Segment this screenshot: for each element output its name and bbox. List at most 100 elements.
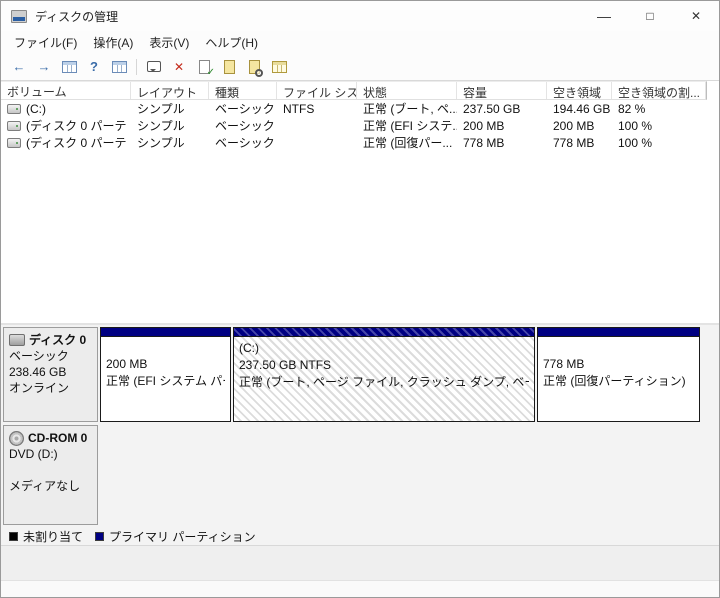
help-icon[interactable]: ? bbox=[84, 57, 104, 77]
legend-bar: 未割り当て プライマリ パーティション bbox=[1, 527, 719, 545]
unallocated-color-swatch bbox=[9, 531, 18, 541]
free-percent-cell: 100 % bbox=[618, 135, 653, 150]
table-row-volume-c[interactable]: (C:) シンプル ベーシック NTFS 正常 (ブート, ペ... 237.5… bbox=[1, 100, 719, 117]
cdrom-drive-letter: DVD (D:) bbox=[9, 447, 58, 461]
free-space-cell: 200 MB bbox=[553, 118, 595, 133]
volume-cell: (ディスク 0 パーティシ... bbox=[1, 117, 131, 134]
volume-cell: (ディスク 0 パーティシ... bbox=[1, 134, 131, 151]
partition-color-bar bbox=[101, 328, 230, 337]
close-button[interactable]: ✕ bbox=[673, 1, 719, 31]
partition-size: 778 MB bbox=[543, 357, 585, 371]
column-header-volume[interactable]: ボリューム bbox=[1, 82, 131, 99]
menu-action[interactable]: 操作(A) bbox=[85, 32, 141, 53]
disk-name: ディスク 0 bbox=[29, 333, 87, 347]
forward-arrow-glyph: → bbox=[37, 59, 51, 74]
cdrom-status: メディアなし bbox=[9, 479, 81, 493]
column-header-status[interactable]: 状態 bbox=[357, 82, 457, 99]
menubar: ファイル(F) 操作(A) 表示(V) ヘルプ(H) bbox=[1, 31, 719, 53]
column-header-free-percent[interactable]: 空き領域の割... bbox=[612, 82, 706, 99]
status-cell: 正常 (回復パー... bbox=[363, 136, 453, 150]
type-cell: ベーシック bbox=[215, 119, 275, 133]
menu-help[interactable]: ヘルプ(H) bbox=[197, 32, 266, 53]
volume-name: (ディスク 0 パーティシ... bbox=[26, 119, 127, 133]
cdrom-icon bbox=[9, 430, 24, 446]
disk-icon bbox=[9, 334, 25, 346]
menu-file[interactable]: ファイル(F) bbox=[6, 32, 85, 53]
free-space-cell: 778 MB bbox=[553, 135, 595, 150]
delete-glyph: ✕ bbox=[173, 59, 185, 74]
grid-yellow-glyph bbox=[271, 60, 287, 73]
partition-size: 237.50 GB NTFS bbox=[239, 358, 332, 372]
graphical-view: ディスク 0 ベーシック 238.46 GB オンライン 200 MB 正常 (… bbox=[1, 323, 719, 527]
new-document-icon[interactable] bbox=[219, 57, 239, 77]
partition-info: 778 MB 正常 (回復パーティション) bbox=[538, 337, 699, 421]
magnifier-glyph bbox=[254, 68, 263, 77]
partition-status: 正常 (ブート, ページ ファイル, クラッシュ ダンプ, ベーシック データ bbox=[239, 375, 529, 389]
status-cell: 正常 (ブート, ペ... bbox=[363, 102, 457, 116]
free-percent-cell: 82 % bbox=[618, 101, 646, 116]
volume-name: (ディスク 0 パーティシ... bbox=[26, 136, 127, 150]
mark-partition-icon[interactable]: ✓ bbox=[194, 57, 215, 78]
column-header-file-system[interactable]: ファイル システム bbox=[277, 82, 357, 99]
disk-type: ベーシック bbox=[9, 349, 69, 363]
type-cell: ベーシック bbox=[215, 102, 275, 116]
forward-icon[interactable]: → bbox=[34, 57, 54, 77]
back-arrow-glyph: ← bbox=[12, 59, 26, 74]
status-cell: 正常 (EFI システ... bbox=[363, 119, 457, 133]
capacity-cell: 237.50 GB bbox=[463, 101, 521, 116]
column-header-layout[interactable]: レイアウト bbox=[131, 82, 209, 99]
details-view-icon[interactable] bbox=[109, 57, 129, 77]
legend-unallocated: 未割り当て bbox=[9, 528, 83, 545]
console-tree-icon[interactable] bbox=[59, 57, 79, 77]
disk-name-line: ディスク 0 bbox=[9, 332, 92, 348]
column-header-type[interactable]: 種類 bbox=[209, 82, 277, 99]
partition-info: 200 MB 正常 (EFI システム パーテ bbox=[101, 337, 230, 421]
capacity-cell: 778 MB bbox=[463, 135, 505, 150]
partition-c[interactable]: (C:) 237.50 GB NTFS 正常 (ブート, ページ ファイル, ク… bbox=[233, 327, 535, 422]
toolbar: ← → ? ✕ ✓ bbox=[1, 53, 719, 81]
partition-status: 正常 (EFI システム パーテ bbox=[106, 374, 225, 388]
layout-cell: シンプル bbox=[137, 136, 185, 150]
explore-icon[interactable] bbox=[244, 57, 264, 77]
cdrom-0-row: CD-ROM 0 DVD (D:) メディアなし bbox=[3, 425, 719, 525]
partition-recovery[interactable]: 778 MB 正常 (回復パーティション) bbox=[537, 327, 700, 422]
free-percent-cell: 100 % bbox=[618, 118, 653, 133]
volume-icon bbox=[7, 120, 21, 131]
menu-view[interactable]: 表示(V) bbox=[141, 32, 197, 53]
cdrom-name: CD-ROM 0 bbox=[28, 431, 88, 445]
volume-icon bbox=[7, 137, 21, 148]
delete-volume-icon[interactable]: ✕ bbox=[169, 57, 189, 77]
partition-size: 200 MB bbox=[106, 357, 148, 371]
titlebar: ディスクの管理 — □ ✕ bbox=[1, 1, 719, 31]
cdrom-name-line: CD-ROM 0 bbox=[9, 430, 92, 446]
table-row-efi-partition[interactable]: (ディスク 0 パーティシ... シンプル ベーシック 正常 (EFI システ.… bbox=[1, 117, 719, 134]
disk-0-panel[interactable]: ディスク 0 ベーシック 238.46 GB オンライン bbox=[3, 327, 98, 422]
partition-color-bar bbox=[538, 328, 699, 337]
toolbar-separator bbox=[136, 58, 137, 75]
partition-efi[interactable]: 200 MB 正常 (EFI システム パーテ bbox=[100, 327, 231, 422]
disk-size: 238.46 GB bbox=[9, 365, 67, 379]
volume-name: (C:) bbox=[26, 101, 46, 116]
maximize-button[interactable]: □ bbox=[627, 1, 673, 31]
properties-grid-icon[interactable] bbox=[269, 57, 289, 77]
column-header-capacity[interactable]: 容量 bbox=[457, 82, 547, 99]
check-glyph: ✓ bbox=[206, 66, 215, 78]
action-pane-icon[interactable] bbox=[144, 57, 164, 77]
free-space-cell: 194.46 GB bbox=[553, 101, 611, 116]
volume-cell: (C:) bbox=[1, 102, 131, 116]
grid-glyph bbox=[111, 60, 127, 73]
column-header-free-space[interactable]: 空き領域 bbox=[547, 82, 612, 99]
cdrom-0-panel[interactable]: CD-ROM 0 DVD (D:) メディアなし bbox=[3, 425, 98, 525]
primary-partition-color-swatch bbox=[95, 531, 105, 541]
type-cell: ベーシック bbox=[215, 136, 275, 150]
minimize-button[interactable]: — bbox=[581, 1, 627, 31]
grid-glyph bbox=[61, 60, 77, 73]
doc-search-glyph bbox=[248, 59, 263, 77]
partition-color-bar bbox=[234, 328, 534, 337]
file-system-cell: NTFS bbox=[283, 101, 315, 116]
window-controls: — □ ✕ bbox=[581, 1, 719, 31]
back-icon[interactable]: ← bbox=[9, 57, 29, 77]
volume-icon bbox=[7, 103, 21, 114]
table-row-recovery-partition[interactable]: (ディスク 0 パーティシ... シンプル ベーシック 正常 (回復パー... … bbox=[1, 134, 719, 151]
partition-status: 正常 (回復パーティション) bbox=[543, 374, 686, 388]
